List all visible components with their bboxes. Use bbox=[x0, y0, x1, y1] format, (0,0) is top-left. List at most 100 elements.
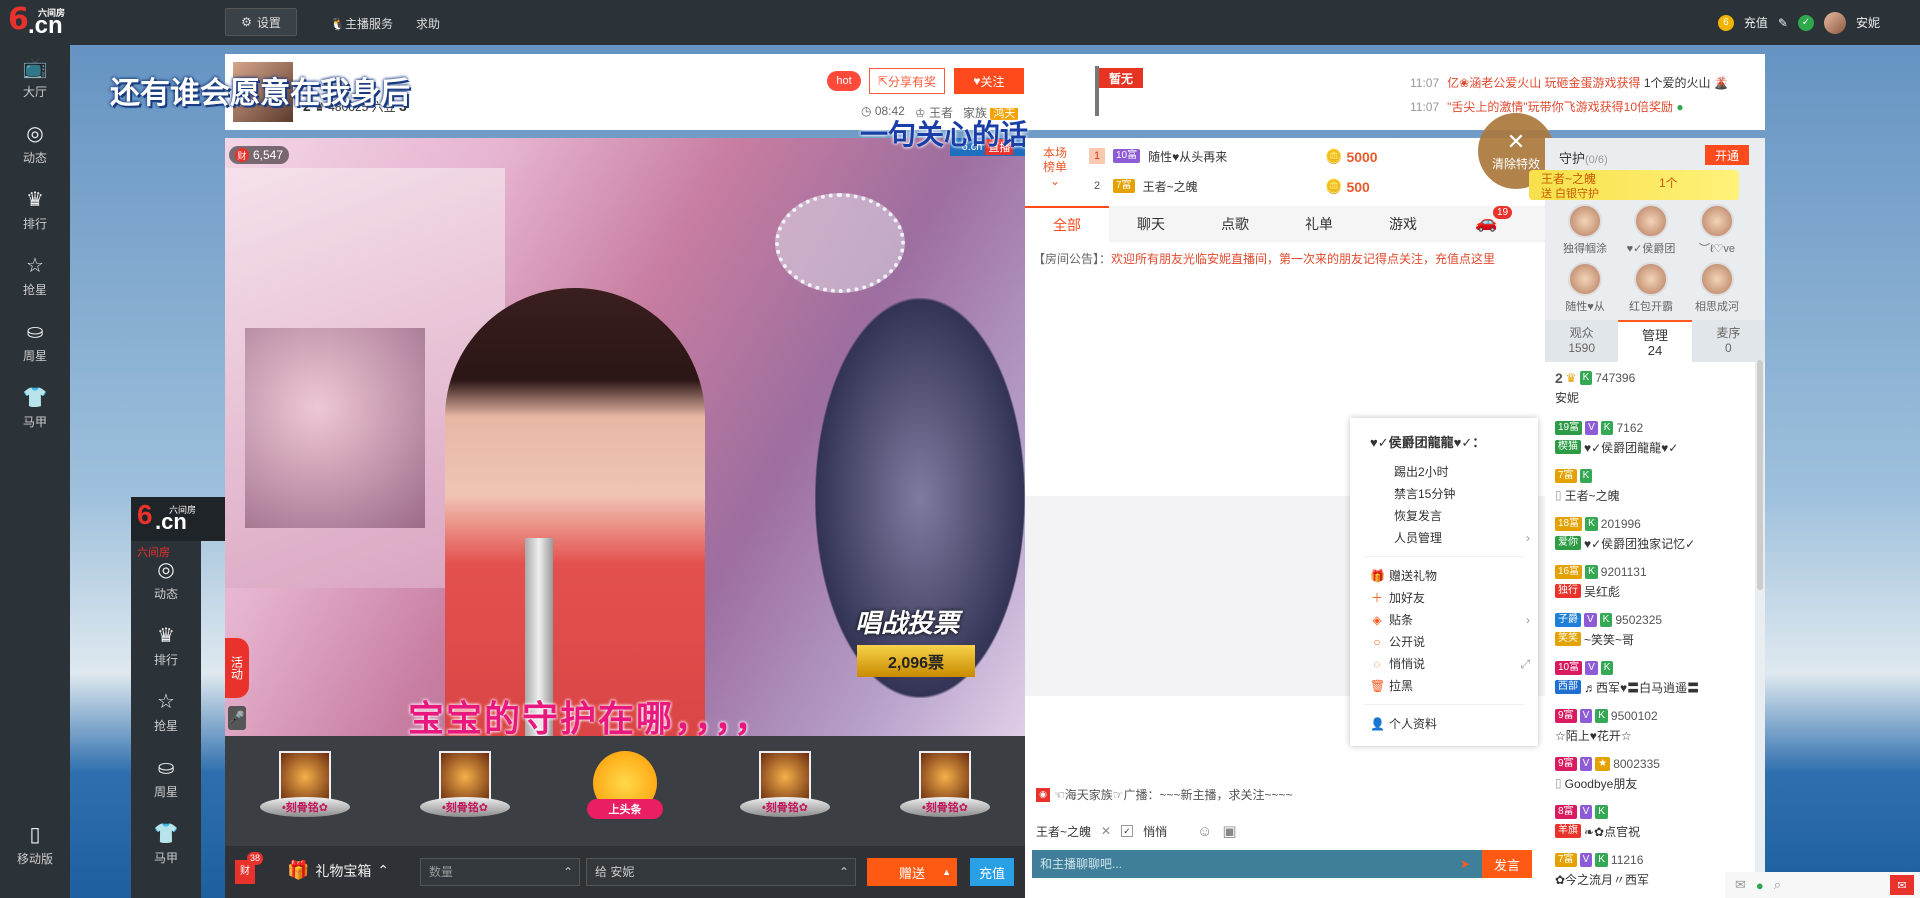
gift-item[interactable]: •刻骨铭✿ bbox=[897, 743, 993, 839]
tab-audience[interactable]: 观众 1590 bbox=[1545, 320, 1618, 362]
list-item[interactable]: 10富 V K 西部 ♬西军♥〓白马逍遥〓 bbox=[1555, 658, 1755, 704]
send-gift-item[interactable]: 🎁 赠送礼物 bbox=[1370, 566, 1530, 586]
settings-button[interactable]: ⚙ 设置 bbox=[225, 8, 297, 36]
tab-mic-queue[interactable]: 麦序 0 bbox=[1692, 320, 1765, 362]
ghost-nav-vest[interactable]: 👕 马甲 bbox=[131, 811, 201, 877]
tab-admins[interactable]: 管理 24 bbox=[1618, 320, 1692, 362]
whisper-item[interactable]: ◌ 悄悄说 ⤢ bbox=[1370, 654, 1530, 674]
username[interactable]: 安妮 bbox=[1856, 14, 1880, 31]
blacklist-item[interactable]: 🗑 拉黑 bbox=[1370, 676, 1530, 696]
ghost-nav-star[interactable]: ☆ 抢星 bbox=[131, 679, 201, 745]
guard-member[interactable]: 独得帼涂 bbox=[1559, 204, 1611, 256]
ghost-nav-rank[interactable]: ♛ 排行 bbox=[131, 613, 201, 679]
list-item[interactable]: 7富 K ▯ 王者~之魄 bbox=[1555, 466, 1755, 512]
list-item[interactable]: 9富 V K 9500102 ☆陌上♥花开☆ bbox=[1555, 706, 1755, 752]
nav-item-star[interactable]: ☆ 抢星 bbox=[0, 243, 70, 309]
recipient-select[interactable]: 给 安妮 ⌃ bbox=[586, 858, 856, 886]
image-icon[interactable]: ▣ bbox=[1222, 822, 1236, 840]
help-link[interactable]: 求助 bbox=[416, 15, 440, 32]
edit-icon[interactable]: ✎ bbox=[1778, 16, 1788, 30]
chat-icon: ○ bbox=[1373, 635, 1381, 649]
share-icon: ⇱ bbox=[877, 74, 889, 88]
fortune-button[interactable]: 财 38 bbox=[235, 852, 264, 884]
gift-item[interactable]: •刻骨铭✿ bbox=[417, 743, 513, 839]
crown-icon: ♛ bbox=[1565, 371, 1577, 385]
flag-label[interactable]: 暂无 bbox=[1099, 68, 1143, 88]
list-item[interactable]: 8富 V K 羊旗 ❧✿点官祝 bbox=[1555, 802, 1755, 848]
list-item[interactable]: 18富 K 201996 爱你 ♥✓侯爵团独家记忆✓ bbox=[1555, 514, 1755, 560]
member-manage-item[interactable]: 人员管理 › bbox=[1394, 528, 1530, 548]
user-list-scrollbar[interactable] bbox=[1757, 360, 1763, 590]
vote-widget[interactable]: 唱战投票 2,096票 bbox=[855, 603, 1005, 683]
news-item-2[interactable]: 11:07 "舌尖上的激情"玩带你飞游戏获得10倍奖励 ● bbox=[1410, 98, 1684, 115]
tab-all[interactable]: 全部 bbox=[1025, 206, 1109, 242]
rank-label[interactable]: 本场 榜单 ⌄ bbox=[1043, 146, 1067, 188]
headline-gift[interactable]: 上头条 bbox=[577, 743, 673, 839]
tab-gifts[interactable]: 礼单 bbox=[1277, 206, 1361, 242]
search-icon[interactable]: ⌕ bbox=[1774, 877, 1781, 893]
list-item[interactable]: 9富 V ★ 8002335 ▯ Goodbye朋友 bbox=[1555, 754, 1755, 800]
tab-chat[interactable]: 聊天 bbox=[1109, 206, 1193, 242]
car-icon[interactable]: 🚗 19 bbox=[1475, 206, 1513, 233]
public-say-item[interactable]: ○ 公开说 bbox=[1370, 632, 1530, 652]
shirt-icon: 👕 bbox=[22, 386, 48, 409]
list-item[interactable]: 子爵 V K 9502325 笑笑 ~笑笑~哥 bbox=[1555, 610, 1755, 656]
send-plane-icon: ➤ bbox=[1459, 857, 1470, 871]
close-icon[interactable]: ✕ bbox=[1101, 824, 1111, 838]
gift-item[interactable]: •刻骨铭✿ bbox=[737, 743, 833, 839]
guard-member[interactable]: ︶ℓ♡ve bbox=[1691, 204, 1743, 256]
anchor-service-link[interactable]: 🐧主播服务 bbox=[330, 15, 393, 32]
live-video[interactable]: 6.cn 直播 财 6,547 唱战投票 2,096票 bbox=[225, 138, 1025, 736]
guard-member[interactable]: 相思成河 bbox=[1691, 262, 1743, 314]
nav-item-mobile[interactable]: ▯ 移动版 bbox=[0, 812, 70, 878]
user-avatar[interactable] bbox=[1823, 11, 1846, 34]
follow-button[interactable]: ♥ 关注 bbox=[954, 68, 1024, 94]
kick-2h-item[interactable]: 踢出2小时 bbox=[1394, 462, 1554, 482]
nav-item-feed[interactable]: ◎ 动态 bbox=[0, 111, 70, 177]
rank-row[interactable]: 2 7富 王者~之魄 bbox=[1089, 174, 1198, 198]
rank-row[interactable]: 1 10富 随性♥从头再来 bbox=[1089, 144, 1227, 168]
gift-box-button[interactable]: 🎁 礼物宝箱 ⌃ bbox=[287, 860, 389, 881]
mail-icon[interactable]: ✉ bbox=[1735, 877, 1746, 893]
recharge-link[interactable]: 充值 bbox=[1744, 14, 1768, 31]
online-icon[interactable]: ● bbox=[1756, 878, 1764, 893]
gift-image bbox=[279, 751, 331, 803]
quantity-input[interactable]: 数量 ⌃ bbox=[420, 858, 580, 886]
list-item[interactable]: 2 ♛ K 747396 安妮 bbox=[1555, 368, 1755, 414]
chat-send-button[interactable]: 发言 bbox=[1482, 850, 1532, 878]
activity-tab[interactable]: 活动 bbox=[225, 638, 249, 698]
guard-open-button[interactable]: 开通 bbox=[1705, 145, 1749, 165]
mic-icon[interactable]: 🎤 bbox=[228, 706, 246, 730]
whisper-checkbox[interactable]: ✓ bbox=[1121, 825, 1134, 837]
tab-games[interactable]: 游戏 bbox=[1361, 206, 1445, 242]
nav-item-rank[interactable]: ♛ 排行 bbox=[0, 177, 70, 243]
news-item-1[interactable]: 11:07 亿❀涵老公爱火山 玩砸金蛋游戏获得 1个爱的火山 🌋 bbox=[1410, 74, 1729, 91]
sticker-item[interactable]: ◈ 贴条 › bbox=[1370, 610, 1530, 630]
list-item[interactable]: 19富 V K 7162 楔猫 ♥✓侯爵团龍龍♥✓ bbox=[1555, 418, 1755, 464]
send-gift-button[interactable]: 赠送 ▲ bbox=[867, 858, 957, 886]
profile-item[interactable]: 👤 个人资料 bbox=[1370, 714, 1530, 734]
fortune-counter[interactable]: 财 6,547 bbox=[229, 146, 290, 164]
nav-item-vest[interactable]: 👕 马甲 bbox=[0, 375, 70, 441]
mute-15m-item[interactable]: 禁言15分钟 bbox=[1394, 484, 1554, 504]
message-icon[interactable]: ✉ bbox=[1890, 875, 1914, 895]
unmute-item[interactable]: 恢复发言 bbox=[1394, 506, 1554, 526]
guard-member[interactable]: ♥✓侯爵团 bbox=[1625, 204, 1677, 256]
room-announcement[interactable]: 【房间公告】：欢迎所有朋友光临安妮直播间，第一次来的朋友记得点关注，充值点这里 bbox=[1025, 242, 1545, 276]
share-button[interactable]: ⇱ 分享有奖 bbox=[869, 68, 945, 94]
emoji-icon[interactable]: ☺ bbox=[1197, 823, 1212, 840]
site-logo[interactable]: 6 .cn 六间房 bbox=[0, 0, 70, 45]
tab-songs[interactable]: 点歌 bbox=[1193, 206, 1277, 242]
broadcast-message[interactable]: ◉ ☜海天家族☞广播：~~~新主播，求关注~~~~ bbox=[1036, 786, 1293, 803]
gift-item[interactable]: •刻骨铭✿ bbox=[257, 743, 353, 839]
ghost-nav-weekstar[interactable]: ⛀ 周星 bbox=[131, 745, 201, 811]
coin-stack-icon: 🪙 bbox=[1325, 148, 1343, 164]
nav-item-weekstar[interactable]: ⛀ 周星 bbox=[0, 309, 70, 375]
list-item[interactable]: 16富 K 9201131 独行 吴红彪 bbox=[1555, 562, 1755, 608]
guard-member[interactable]: 随性♥从 bbox=[1559, 262, 1611, 314]
nav-item-hall[interactable]: 📺 大厅 bbox=[0, 45, 70, 111]
guard-member[interactable]: 红包开霸 bbox=[1625, 262, 1677, 314]
recharge-button[interactable]: 充值 bbox=[970, 858, 1014, 886]
chat-input[interactable]: 和主播聊聊吧... ➤ bbox=[1032, 850, 1482, 878]
add-friend-item[interactable]: ＋加好友 bbox=[1370, 588, 1530, 608]
